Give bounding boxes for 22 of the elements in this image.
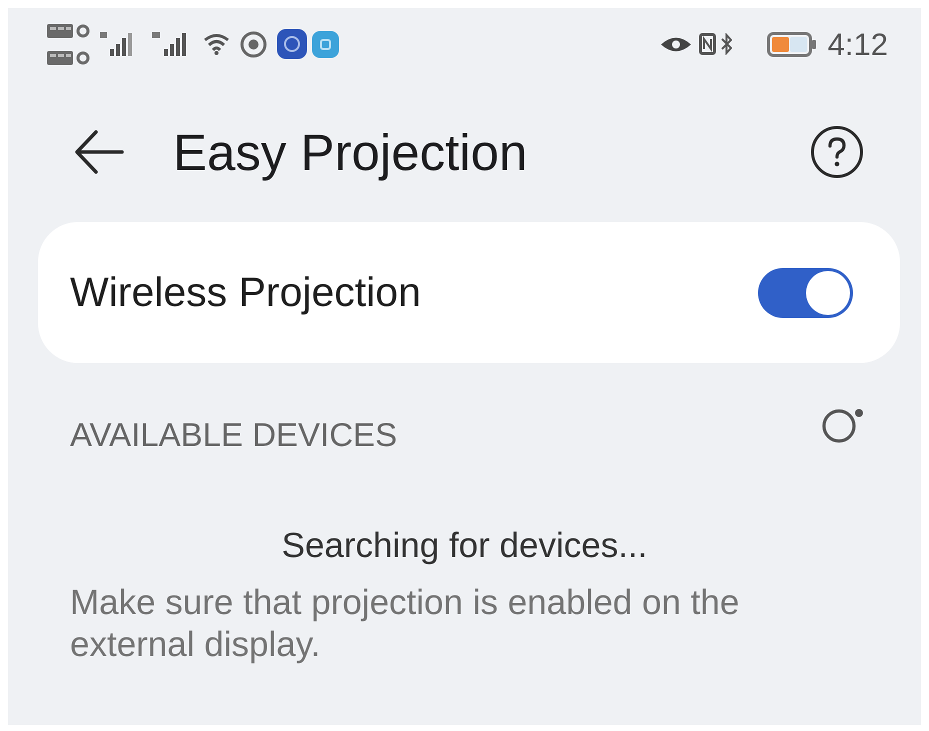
- help-icon: [810, 125, 864, 179]
- app-icon: [312, 30, 339, 58]
- back-button[interactable]: [74, 129, 124, 175]
- back-arrow-icon: [74, 129, 124, 175]
- section-heading: AVAILABLE DEVICES: [70, 415, 398, 455]
- nfc-icon: [698, 33, 716, 55]
- toggle-switch[interactable]: [758, 268, 853, 318]
- wifi-icon: [203, 33, 230, 55]
- battery-icon: [766, 32, 817, 56]
- loading-spinner-icon: [820, 407, 865, 443]
- clock-time: 4:12: [828, 28, 888, 60]
- eye-icon: [660, 36, 691, 52]
- searching-status: Searching for devices...: [282, 525, 648, 567]
- hint-text: Make sure that projection is enabled on the external display.: [70, 582, 740, 666]
- target-icon: [240, 30, 267, 58]
- bluetooth-icon: [720, 33, 732, 55]
- dual-sim-icon: [47, 22, 90, 66]
- signal-icon: [100, 32, 132, 56]
- signal-icon: [152, 32, 187, 56]
- app-icon: [277, 29, 307, 59]
- setting-label: Wireless Projection: [70, 272, 421, 313]
- help-button[interactable]: [810, 125, 864, 179]
